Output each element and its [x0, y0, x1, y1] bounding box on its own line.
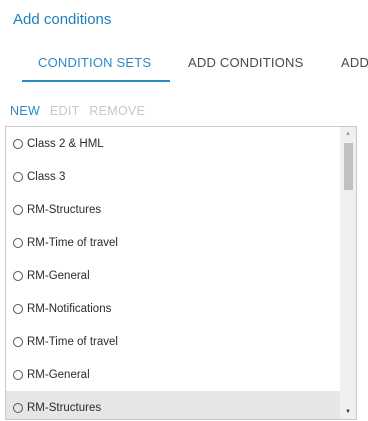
list-item[interactable]: RM-General — [6, 259, 340, 292]
radio-icon[interactable] — [13, 138, 23, 149]
radio-icon[interactable] — [13, 204, 23, 215]
active-tab-indicator — [22, 80, 170, 82]
list-item-label: Class 2 & HML — [27, 137, 104, 150]
tab-bar: CONDITION SETS ADD CONDITIONS ADD — [0, 48, 368, 78]
list-item[interactable]: Class 3 — [6, 160, 340, 193]
list-item-label: RM-General — [27, 368, 90, 381]
edit-button[interactable]: EDIT — [50, 104, 80, 118]
condition-set-list: Class 2 & HML Class 3 RM-Structures RM-T… — [5, 126, 357, 420]
tab-add[interactable]: ADD — [341, 48, 368, 78]
scroll-up-icon[interactable]: ▲ — [340, 127, 356, 141]
list-item[interactable]: Class 2 & HML — [6, 127, 340, 160]
list-item[interactable]: RM-Time of travel — [6, 325, 340, 358]
radio-icon[interactable] — [13, 237, 23, 248]
radio-icon[interactable] — [13, 402, 23, 413]
radio-icon[interactable] — [13, 369, 23, 380]
radio-icon[interactable] — [13, 270, 23, 281]
list-item[interactable]: RM-Structures — [6, 193, 340, 226]
list-item[interactable]: RM-General — [6, 358, 340, 391]
list-item-label: RM-Structures — [27, 203, 102, 216]
remove-button[interactable]: REMOVE — [89, 104, 145, 118]
radio-icon[interactable] — [13, 336, 23, 347]
list-item-label: RM-Notifications — [27, 302, 112, 315]
dialog-title: Add conditions — [13, 11, 112, 28]
list-item[interactable]: RM-Time of travel — [6, 226, 340, 259]
condition-set-items: Class 2 & HML Class 3 RM-Structures RM-T… — [6, 127, 340, 419]
list-item-label: Class 3 — [27, 170, 66, 183]
tab-add-conditions[interactable]: ADD CONDITIONS — [188, 48, 303, 78]
radio-icon[interactable] — [13, 303, 23, 314]
list-item-label: RM-Time of travel — [27, 236, 118, 249]
list-item-label: RM-General — [27, 269, 90, 282]
vertical-scrollbar[interactable]: ▲ ▼ — [340, 127, 356, 419]
radio-icon[interactable] — [13, 171, 23, 182]
list-item[interactable]: RM-Structures — [6, 391, 340, 419]
list-item-label: RM-Time of travel — [27, 335, 118, 348]
scrollbar-thumb[interactable] — [344, 143, 353, 190]
list-item-label: RM-Structures — [27, 401, 102, 414]
scroll-down-icon[interactable]: ▼ — [340, 405, 356, 419]
toolbar: NEW EDIT REMOVE — [10, 104, 151, 118]
new-button[interactable]: NEW — [10, 104, 40, 118]
list-item[interactable]: RM-Notifications — [6, 292, 340, 325]
tab-condition-sets[interactable]: CONDITION SETS — [38, 48, 151, 78]
